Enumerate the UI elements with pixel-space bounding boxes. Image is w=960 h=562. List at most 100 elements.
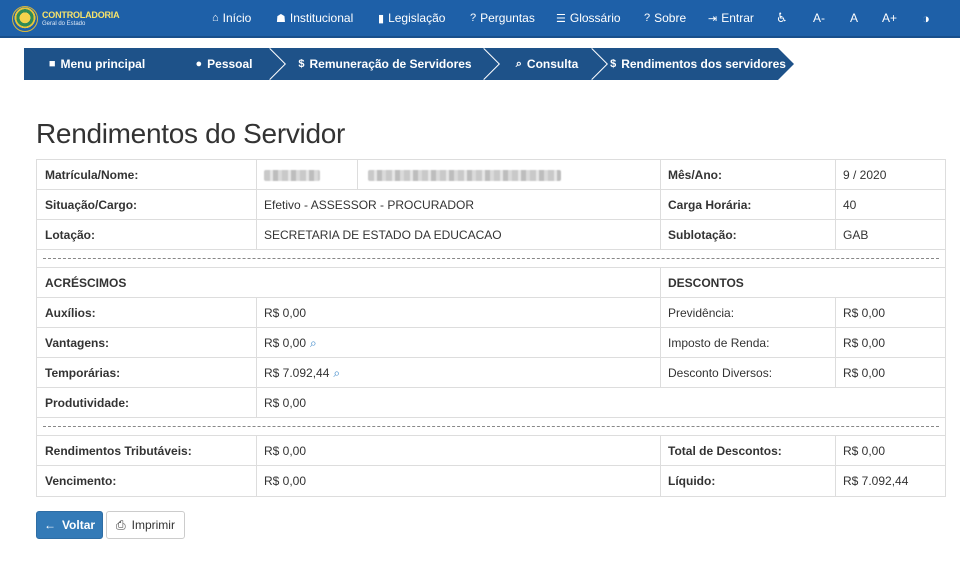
breadcrumb-label: Pessoal — [207, 57, 253, 71]
table-row: Auxílios: R$ 0,00 Previdência: R$ 0,00 — [37, 298, 945, 328]
table-row: Produtividade: R$ 0,00 — [37, 388, 945, 418]
previdencia-label: Previdência: — [668, 306, 735, 320]
nav-inicio[interactable]: ⌂ Início — [212, 10, 251, 26]
bank-icon: ☗ — [276, 12, 286, 25]
redacted-name — [368, 170, 561, 181]
produtividade-label: Produtividade: — [45, 396, 130, 410]
nav-glossario[interactable]: ☰ Glossário — [556, 10, 621, 26]
table-row: Vencimento: R$ 0,00 Líquido: R$ 7.092,44 — [37, 466, 945, 496]
breadcrumb-item-consulta[interactable]: ⌕ Consulta — [484, 48, 610, 80]
diversos-label: Desconto Diversos: — [668, 366, 773, 380]
font-increase-button[interactable]: A+ — [882, 10, 897, 26]
table-row: Temporárias: R$ 7.092,44 ⌕ Desconto Diver… — [37, 358, 945, 388]
tributaveis-value: R$ 0,00 — [264, 444, 307, 458]
search-icon[interactable]: ⌕ — [333, 366, 340, 380]
divider — [256, 160, 257, 190]
auxilios-label: Auxílios: — [45, 306, 96, 320]
print-button[interactable]: ⎙ Imprimir — [106, 511, 185, 539]
dollar-icon: $ — [610, 58, 617, 70]
diversos-value: R$ 0,00 — [843, 366, 886, 380]
temporarias-value: R$ 7.092,44 — [264, 366, 330, 380]
nav-institucional[interactable]: ☗ Institucional — [276, 10, 353, 26]
breadcrumb-item-remuneracao[interactable]: $ Remuneração de Servidores — [270, 48, 502, 80]
breadcrumb-label-wrap: ● Pessoal — [195, 57, 252, 71]
vencimento-label: Vencimento: — [45, 474, 117, 488]
liquido-value: R$ 7.092,44 — [843, 474, 909, 488]
lotacao-label: Lotação: — [45, 228, 96, 242]
descontos-header: DESCONTOS — [668, 276, 744, 290]
print-icon: ⎙ — [116, 517, 126, 532]
question-icon: ? — [644, 12, 651, 24]
font-decrease-button[interactable]: A- — [813, 10, 825, 26]
font-normal-button[interactable]: A — [850, 10, 858, 26]
contrast-button[interactable]: ◑ — [922, 10, 930, 26]
nav-label: Legislação — [388, 11, 446, 25]
nav-perguntas[interactable]: ? Perguntas — [470, 10, 535, 26]
book-icon: ▮ — [378, 12, 385, 25]
question-icon: ? — [470, 12, 477, 24]
nav-entrar[interactable]: ⇥ Entrar — [708, 10, 754, 26]
situacao-value: Efetivo - ASSESSOR - PROCURADOR — [264, 198, 475, 212]
dashed-separator — [37, 250, 945, 268]
folder-open-icon: ■ — [48, 58, 56, 70]
list-icon: ☰ — [556, 12, 566, 25]
carga-value: 40 — [843, 198, 857, 212]
nav-label: Início — [222, 11, 252, 25]
search-icon: ⌕ — [515, 57, 522, 70]
vencimento-value: R$ 0,00 — [264, 474, 307, 488]
nav-label: Glossário — [569, 11, 621, 25]
breadcrumb-label-wrap: $ Rendimentos dos servidores — [610, 57, 786, 71]
nav-label: Institucional — [289, 11, 354, 25]
mes-ano-value: 9 / 2020 — [843, 168, 887, 182]
carga-label: Carga Horária: — [668, 198, 752, 212]
temporarias-cell: R$ 7.092,44 ⌕ — [256, 358, 340, 388]
total-descontos-value: R$ 0,00 — [843, 444, 886, 458]
accessibility-button[interactable]: ♿ — [776, 10, 788, 26]
arrow-left-icon: ← — [43, 518, 56, 532]
redacted-matricula — [264, 170, 320, 181]
table-row: Rendimentos Tributáveis: R$ 0,00 Total d… — [37, 436, 945, 466]
breadcrumb-item-pessoal[interactable]: ● Pessoal — [162, 48, 288, 80]
nav-label: Sobre — [654, 11, 687, 25]
breadcrumb-label-wrap: ⌕ Consulta — [516, 57, 579, 71]
divider — [357, 160, 358, 190]
home-icon: ⌂ — [212, 12, 219, 24]
matricula-label: Matrícula/Nome: — [45, 168, 139, 182]
logo[interactable]: CONTROLADORIA Geral do Estado — [12, 3, 120, 35]
table-row: Vantagens: R$ 0,00 ⌕ Imposto de Renda: R$… — [37, 328, 945, 358]
ir-value: R$ 0,00 — [843, 336, 886, 350]
search-icon[interactable]: ⌕ — [310, 336, 317, 350]
total-descontos-label: Total de Descontos: — [668, 444, 782, 458]
sublotacao-label: Sublotação: — [668, 228, 737, 242]
sign-in-icon: ⇥ — [708, 12, 718, 25]
previdencia-value: R$ 0,00 — [843, 306, 886, 320]
acrescimos-header: ACRÉSCIMOS — [45, 276, 127, 290]
state-seal-icon — [12, 6, 38, 32]
nav-label: Entrar — [721, 11, 754, 25]
back-button[interactable]: ← Voltar — [36, 511, 103, 539]
breadcrumb-label: Consulta — [526, 57, 579, 71]
dash-line — [43, 426, 939, 427]
breadcrumb-item-rendimentos[interactable]: $ Rendimentos dos servidores — [592, 48, 796, 80]
tributaveis-label: Rendimentos Tributáveis: — [45, 444, 192, 458]
wheelchair-icon: ♿ — [776, 10, 788, 25]
table-row: Lotação: SECRETARIA DE ESTADO DA EDUCACA… — [37, 220, 945, 250]
top-navbar: CONTROLADORIA Geral do Estado ⌂ Início ☗… — [0, 0, 960, 38]
dollar-icon: $ — [298, 58, 305, 70]
situacao-label: Situação/Cargo: — [45, 198, 138, 212]
print-button-label: Imprimir — [131, 518, 175, 532]
logo-subtitle: Geral do Estado — [42, 21, 86, 27]
table-row: Situação/Cargo: Efetivo - ASSESSOR - PRO… — [37, 190, 945, 220]
dash-line — [43, 258, 939, 259]
logo-title: CONTROLADORIA — [42, 10, 120, 20]
temporarias-label: Temporárias: — [45, 366, 121, 380]
logo-text: CONTROLADORIA Geral do Estado — [42, 10, 120, 28]
vantagens-cell: R$ 0,00 ⌕ — [256, 328, 317, 358]
breadcrumb-item-menu-principal[interactable]: ■ Menu principal — [24, 48, 182, 80]
mes-ano-label: Mês/Ano: — [668, 168, 722, 182]
breadcrumb-label-wrap: $ Remuneração de Servidores — [298, 57, 471, 71]
breadcrumb-label: Remuneração de Servidores — [309, 57, 472, 71]
breadcrumb: ■ Menu principal ● Pessoal $ Remuneração de… — [24, 48, 796, 80]
nav-sobre[interactable]: ? Sobre — [644, 10, 686, 26]
nav-legislacao[interactable]: ▮ Legislação — [378, 10, 445, 26]
